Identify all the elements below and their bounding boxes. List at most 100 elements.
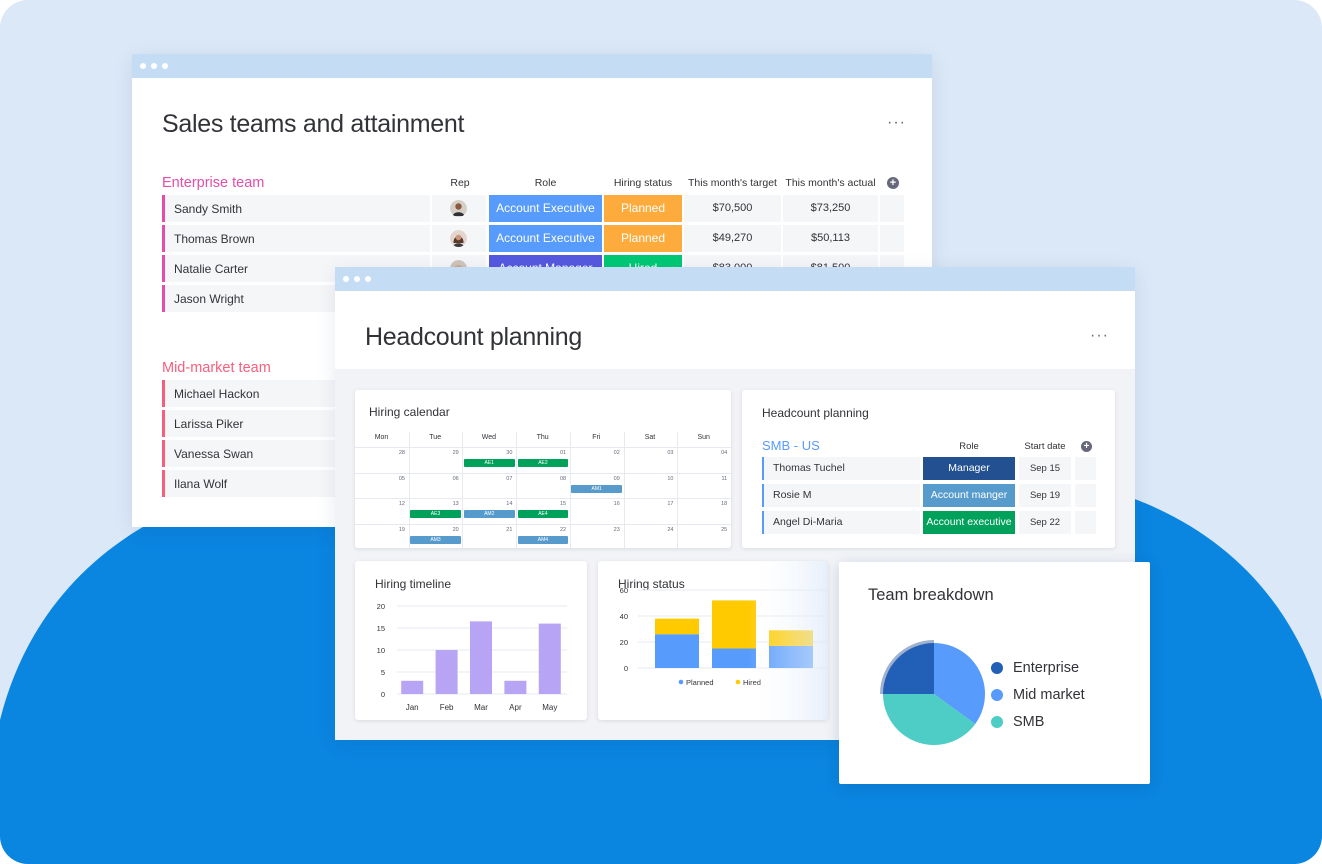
- window-dot: [151, 63, 157, 69]
- calendar-date[interactable]: 04: [677, 450, 727, 456]
- calendar-event[interactable]: AE4: [517, 510, 569, 518]
- hiring-status-widget[interactable]: Hiring status 0204060PlannedHired: [598, 561, 828, 720]
- calendar-date[interactable]: 19: [355, 527, 405, 533]
- calendar-row-line: [355, 447, 731, 448]
- calendar-date[interactable]: 01: [516, 450, 566, 456]
- role-pill[interactable]: Account executive: [923, 511, 1015, 534]
- stacked-bar-segment: [655, 618, 699, 635]
- calendar-date[interactable]: 20: [409, 527, 459, 533]
- calendar-date[interactable]: 12: [355, 501, 405, 507]
- target-cell[interactable]: $70,500: [684, 195, 781, 222]
- calendar-event[interactable]: AM3: [410, 535, 461, 544]
- person-name[interactable]: Thomas Tuchel: [762, 457, 920, 480]
- calendar-date[interactable]: 25: [677, 527, 727, 533]
- column-header-target: This month's target: [688, 177, 777, 189]
- fade-overlay: [748, 561, 828, 720]
- more-options-icon[interactable]: ···: [887, 115, 906, 131]
- avatar: [450, 200, 467, 217]
- add-column-icon[interactable]: +: [1081, 441, 1092, 452]
- calendar-date[interactable]: 02: [570, 450, 620, 456]
- empty-cell: [880, 195, 904, 222]
- calendar-date[interactable]: 07: [462, 476, 512, 482]
- role-pill[interactable]: Account Executive: [489, 225, 602, 252]
- calendar-date[interactable]: 13: [409, 501, 459, 507]
- calendar-event[interactable]: AM4: [517, 535, 569, 544]
- start-date-cell[interactable]: Sep 19: [1019, 484, 1071, 507]
- calendar-event[interactable]: AE2: [517, 459, 569, 467]
- calendar-date[interactable]: 03: [624, 450, 673, 456]
- hiring-timeline-chart: 0 5 10 15 20 Jan Feb Mar Apr May: [377, 602, 567, 712]
- calendar-date[interactable]: 15: [516, 501, 566, 507]
- empty-cell: [1075, 484, 1096, 507]
- group-title-smb[interactable]: SMB - US: [762, 438, 820, 453]
- calendar-date[interactable]: 22: [516, 527, 566, 533]
- more-options-icon[interactable]: ···: [1090, 328, 1109, 344]
- y-tick-label: 60: [620, 586, 628, 595]
- calendar-day-header: Tue: [429, 434, 442, 441]
- y-tick-label: 0: [381, 690, 385, 699]
- hiring-timeline-widget[interactable]: Hiring timeline 0 5 10 15 20 Jan Feb Mar Apr May: [355, 561, 587, 720]
- name-cell[interactable]: Thomas Brown: [162, 225, 430, 252]
- group-title-enterprise[interactable]: Enterprise team: [162, 175, 264, 191]
- legend-label: Planned: [686, 678, 714, 687]
- calendar-date[interactable]: 11: [677, 476, 727, 482]
- calendar-event[interactable]: AM1: [571, 484, 622, 493]
- actual-cell[interactable]: $73,250: [783, 195, 878, 222]
- window-dot: [365, 276, 371, 282]
- target-cell[interactable]: $49,270: [684, 225, 781, 252]
- calendar-date[interactable]: 24: [624, 527, 673, 533]
- calendar-date[interactable]: 09: [570, 476, 620, 482]
- empty-cell: [1075, 457, 1096, 480]
- status-pill[interactable]: Planned: [604, 225, 682, 252]
- actual-cell[interactable]: $50,113: [783, 225, 878, 252]
- team-breakdown-widget[interactable]: Team breakdown Enterprise Mid market SMB: [839, 562, 1150, 784]
- legend-item: SMB: [991, 714, 1044, 730]
- calendar-date[interactable]: 16: [570, 501, 620, 507]
- role-pill[interactable]: Manager: [923, 457, 1015, 480]
- window-dot: [354, 276, 360, 282]
- calendar-date[interactable]: 14: [462, 501, 512, 507]
- y-tick-label: 15: [377, 624, 385, 633]
- person-name[interactable]: Angel Di-Maria: [762, 511, 920, 534]
- calendar-event[interactable]: AM2: [463, 510, 515, 518]
- start-date-cell[interactable]: Sep 22: [1019, 511, 1071, 534]
- y-tick-label: 20: [377, 602, 385, 611]
- calendar-date[interactable]: 21: [462, 527, 512, 533]
- calendar-date[interactable]: 10: [624, 476, 673, 482]
- bar: [470, 621, 492, 694]
- calendar-date[interactable]: 23: [570, 527, 620, 533]
- calendar-event[interactable]: AE3: [410, 510, 461, 518]
- person-name[interactable]: Rosie M: [762, 484, 920, 507]
- group-title-midmarket[interactable]: Mid-market team: [162, 360, 271, 376]
- calendar-date[interactable]: 05: [355, 476, 405, 482]
- calendar-date[interactable]: 06: [409, 476, 459, 482]
- calendar-date[interactable]: 29: [409, 450, 459, 456]
- hiring-calendar-widget[interactable]: Hiring calendar Mon Tue Wed Thu Fri Sat Sun 28 2…: [355, 390, 731, 550]
- calendar-day-header: Sat: [644, 434, 656, 441]
- calendar-date[interactable]: 30: [462, 450, 512, 456]
- calendar-event[interactable]: AE1: [463, 459, 515, 467]
- y-tick-label: 5: [381, 668, 385, 677]
- name-cell[interactable]: Sandy Smith: [162, 195, 430, 222]
- calendar-date[interactable]: 08: [516, 476, 566, 482]
- role-pill[interactable]: Account Executive: [489, 195, 602, 222]
- y-tick-label: 20: [620, 638, 628, 647]
- role-pill[interactable]: Account manger: [923, 484, 1015, 507]
- calendar-date[interactable]: 17: [624, 501, 673, 507]
- calendar-day-header: Thu: [536, 434, 549, 441]
- x-tick-label: May: [542, 703, 557, 712]
- pie-slice: [883, 643, 934, 694]
- widget-title: Headcount planning: [762, 406, 869, 420]
- start-date-cell[interactable]: Sep 15: [1019, 457, 1071, 480]
- calendar-date[interactable]: 18: [677, 501, 727, 507]
- rep-name: Jason Wright: [174, 292, 244, 306]
- status-pill[interactable]: Planned: [604, 195, 682, 222]
- legend-dot: [991, 716, 1003, 728]
- calendar-date[interactable]: 28: [355, 450, 405, 456]
- headcount-table-widget[interactable]: Headcount planning SMB - US Role Start d…: [742, 390, 1115, 548]
- y-tick-label: 10: [377, 646, 385, 655]
- column-header-rep: Rep: [450, 177, 470, 189]
- column-header-hiring-status: Hiring status: [613, 177, 673, 189]
- dashboard-header: Headcount planning ···: [335, 291, 1135, 369]
- add-column-icon[interactable]: +: [887, 177, 899, 189]
